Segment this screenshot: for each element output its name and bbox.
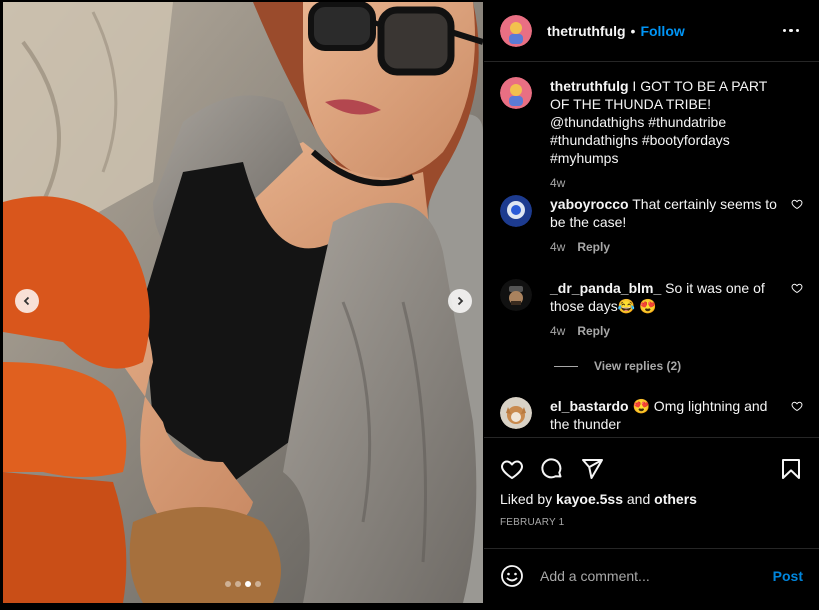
comment-icon[interactable] [540, 457, 564, 481]
view-replies-line [554, 365, 578, 367]
likes-user[interactable]: kayoe.5ss [556, 491, 623, 507]
comment-time: 4w [550, 240, 566, 254]
comments-list[interactable]: thetruthfulg I GOT TO BE A PART OF THE T… [484, 63, 819, 437]
post-photo [3, 2, 483, 603]
likes-prefix: Liked by [500, 491, 553, 507]
reply-button[interactable]: Reply [577, 324, 610, 338]
caption-avatar-image [500, 77, 532, 109]
comment-avatar-image [500, 397, 532, 429]
comment-avatar[interactable] [500, 279, 532, 311]
like-comment-heart-icon[interactable] [791, 198, 803, 210]
chevron-left-icon [23, 296, 30, 306]
comment-item: el_bastardo 😍 Omg lightning and the thun… [500, 397, 803, 433]
add-comment-bar: Post [484, 548, 819, 603]
header-separator: • [630, 22, 636, 39]
caption-username[interactable]: thetruthfulg [550, 78, 629, 94]
view-replies-button[interactable]: View replies (2) [554, 359, 681, 373]
comment-input[interactable] [540, 568, 773, 584]
comment-avatar[interactable] [500, 195, 532, 227]
likes-others[interactable]: others [654, 491, 697, 507]
comment-item: yaboyrocco That certainly seems to be th… [500, 195, 803, 254]
next-slide-button[interactable] [448, 289, 472, 313]
view-replies-label: View replies (2) [594, 359, 682, 373]
carousel-dot [255, 581, 261, 587]
like-comment-heart-icon[interactable] [791, 400, 803, 412]
post-date: FEBRUARY 1 [500, 517, 565, 528]
comment-username[interactable]: _dr_panda_blm_ [550, 280, 661, 296]
author-avatar-image [500, 14, 532, 47]
previous-slide-button[interactable] [15, 289, 39, 313]
caption: thetruthfulg I GOT TO BE A PART OF THE T… [500, 77, 803, 190]
author-avatar[interactable] [500, 14, 532, 47]
carousel-dot-active [245, 581, 251, 587]
chevron-right-icon [457, 296, 464, 306]
post-header: thetruthfulg • Follow [484, 0, 819, 62]
follow-button[interactable]: Follow [640, 23, 684, 39]
post-media[interactable] [3, 2, 483, 603]
share-icon[interactable] [580, 457, 604, 481]
carousel-indicator [225, 581, 261, 587]
like-comment-heart-icon[interactable] [791, 282, 803, 294]
heart-icon[interactable] [500, 457, 524, 481]
comment-item: _dr_panda_blm_ So it was one of those da… [500, 279, 803, 338]
likes-middle: and [626, 491, 651, 507]
post-side-panel: thetruthfulg • Follow thetruthfulg I GOT… [484, 0, 819, 610]
comment-time: 4w [550, 324, 566, 338]
comment-avatar-image [500, 195, 532, 227]
comment-avatar[interactable] [500, 397, 532, 429]
reply-button[interactable]: Reply [577, 240, 610, 254]
more-options-icon[interactable] [779, 25, 804, 37]
author-username[interactable]: thetruthfulg [547, 23, 626, 39]
emoji-icon[interactable] [500, 564, 524, 588]
carousel-dot [225, 581, 231, 587]
caption-time: 4w [550, 176, 566, 190]
caption-text: thetruthfulg I GOT TO BE A PART OF THE T… [550, 77, 790, 167]
carousel-dot [235, 581, 241, 587]
comment-avatar-image [500, 279, 532, 311]
caption-avatar[interactable] [500, 77, 532, 109]
bookmark-icon[interactable] [779, 457, 803, 481]
likes-summary: Liked by kayoe.5ss and others [484, 487, 819, 507]
comment-username[interactable]: el_bastardo [550, 398, 629, 414]
comment-username[interactable]: yaboyrocco [550, 196, 629, 212]
post-comment-button[interactable]: Post [773, 568, 803, 584]
post-actions: Liked by kayoe.5ss and others FEBRUARY 1 [484, 437, 819, 528]
